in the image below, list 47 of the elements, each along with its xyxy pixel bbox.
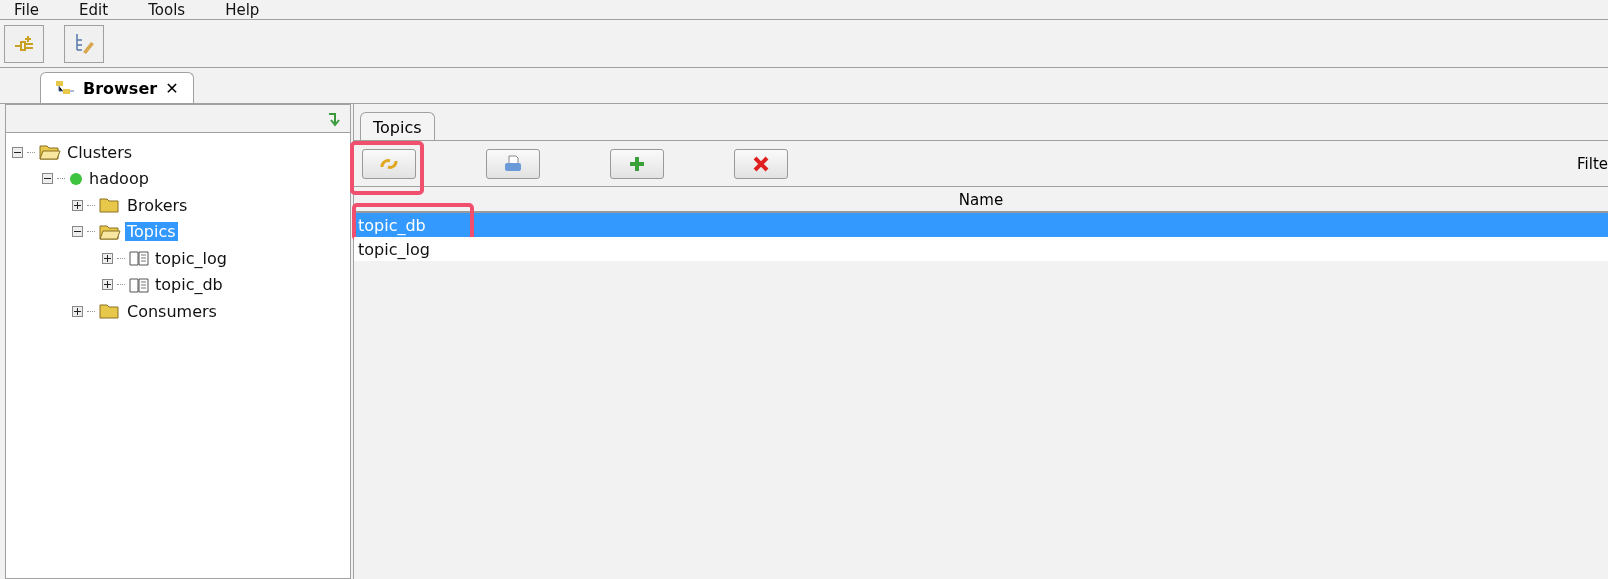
collapse-toggle[interactable] bbox=[12, 146, 23, 158]
menu-item[interactable]: File bbox=[14, 1, 40, 18]
tree-item[interactable]: hadoop bbox=[87, 169, 151, 189]
browser-tab[interactable]: Browser ✕ bbox=[40, 72, 194, 103]
close-icon bbox=[753, 155, 769, 172]
close-button[interactable]: ✕ bbox=[165, 78, 179, 98]
action-button[interactable] bbox=[362, 148, 416, 179]
tree-item[interactable]: topic_db bbox=[153, 275, 225, 295]
filter-label: Filte bbox=[1577, 154, 1608, 173]
down-arrow-icon[interactable] bbox=[326, 110, 342, 127]
folder-icon bbox=[99, 197, 121, 214]
open-folder-icon bbox=[39, 144, 61, 161]
expand-toggle[interactable] bbox=[102, 252, 113, 264]
collapse-toggle[interactable] bbox=[72, 226, 83, 238]
toolbar-button[interactable] bbox=[64, 24, 104, 63]
table-cell-text: topic_log bbox=[357, 239, 430, 259]
plus-icon bbox=[74, 307, 81, 315]
action-button[interactable] bbox=[610, 148, 664, 179]
table-row[interactable]: topic_log bbox=[354, 237, 1608, 261]
book-icon bbox=[129, 250, 149, 267]
expand-toggle[interactable] bbox=[72, 305, 83, 317]
tree-item[interactable]: Consumers bbox=[125, 301, 219, 321]
status-dot-icon bbox=[69, 171, 83, 186]
column-header[interactable]: Name bbox=[354, 187, 1608, 211]
table-cell-text: topic_db bbox=[357, 215, 426, 235]
tree-item[interactable]: Clusters bbox=[65, 142, 135, 162]
plus-icon bbox=[74, 201, 81, 209]
tree-edit-icon bbox=[73, 31, 95, 56]
collapse-toggle[interactable] bbox=[42, 173, 53, 185]
action-button[interactable] bbox=[734, 148, 788, 179]
tree-view-icon bbox=[55, 80, 75, 96]
expand-toggle[interactable] bbox=[102, 279, 113, 291]
tree-item[interactable]: Brokers bbox=[125, 195, 190, 215]
plug-icon bbox=[13, 33, 35, 54]
topics-tab[interactable]: Topics bbox=[360, 112, 435, 140]
plus-icon bbox=[629, 155, 645, 172]
plus-icon bbox=[104, 254, 111, 262]
menu-item[interactable]: Edit bbox=[79, 1, 109, 18]
menu-item[interactable]: Tools bbox=[148, 1, 186, 18]
folder-icon bbox=[99, 303, 121, 320]
tree-item[interactable]: topic_log bbox=[153, 248, 229, 268]
open-folder-icon bbox=[99, 223, 121, 240]
book-icon bbox=[129, 276, 149, 293]
plus-icon bbox=[104, 281, 111, 289]
action-button[interactable] bbox=[486, 148, 540, 179]
expand-toggle[interactable] bbox=[72, 199, 83, 211]
menu-item[interactable]: Help bbox=[225, 1, 260, 18]
